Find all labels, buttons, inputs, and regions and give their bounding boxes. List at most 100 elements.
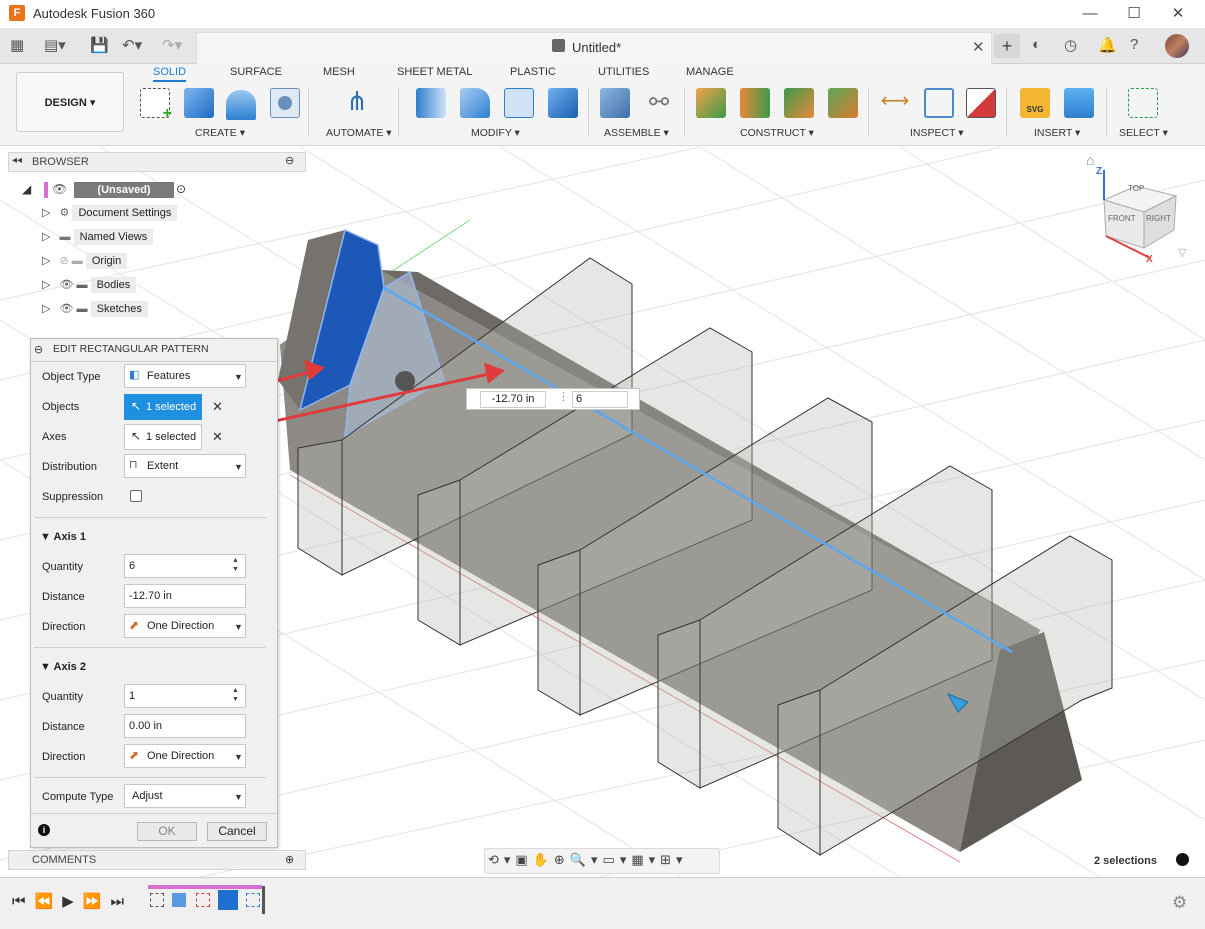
revolve-icon[interactable]: [226, 90, 256, 120]
zoom-icon[interactable]: ⊕: [554, 852, 570, 867]
timeline-marker[interactable]: [262, 886, 265, 914]
joint-icon[interactable]: ⚯: [644, 88, 674, 118]
home-view-icon[interactable]: ⌂: [1086, 152, 1094, 168]
shell-icon[interactable]: [504, 88, 534, 118]
hud-quantity-input[interactable]: 6: [572, 391, 628, 408]
pattern-manipulator-icon[interactable]: [395, 371, 415, 391]
play-icon[interactable]: ▶: [62, 893, 83, 910]
object-type-select[interactable]: Features: [124, 364, 246, 388]
axis2-direction-select[interactable]: One Direction: [124, 744, 246, 768]
interference-icon[interactable]: [924, 88, 954, 118]
timeline-rectangular-pattern[interactable]: [246, 893, 260, 907]
go-to-end-icon[interactable]: ⏭: [110, 893, 133, 910]
tangent-plane-icon[interactable]: [828, 88, 858, 118]
tab-plastic[interactable]: PLASTIC: [510, 66, 556, 78]
pan-hand-icon[interactable]: ✋: [533, 852, 554, 867]
fillet-icon[interactable]: [460, 88, 490, 118]
add-comment-icon[interactable]: ⊕: [285, 853, 294, 866]
apps-grid-icon[interactable]: ▦: [10, 36, 24, 54]
user-avatar[interactable]: [1165, 34, 1189, 58]
ok-button[interactable]: OK: [137, 822, 197, 841]
automate-icon[interactable]: ⋔: [342, 86, 372, 116]
hud-drag-handle-icon[interactable]: ⋮: [558, 390, 569, 403]
job-status-icon[interactable]: ◐: [1032, 36, 1041, 53]
minimize-icon[interactable]: —: [1080, 4, 1100, 24]
notifications-bell-icon[interactable]: 🔔: [1098, 36, 1117, 54]
save-icon[interactable]: 💾: [90, 36, 109, 54]
root-component[interactable]: (Unsaved): [74, 182, 174, 198]
look-at-icon[interactable]: ▣: [515, 852, 532, 867]
workspace-switcher-button[interactable]: DESIGN ▾: [16, 72, 124, 132]
undo-icon[interactable]: ↶▾: [122, 36, 142, 54]
timeline-settings-gear-icon[interactable]: ⚙: [1172, 893, 1187, 913]
step-back-icon[interactable]: ⏪: [35, 893, 63, 910]
tree-item-origin[interactable]: ▷ ⊘ ▬ Origin: [42, 253, 128, 274]
collapse-browser-icon[interactable]: ◂◂: [12, 155, 22, 166]
assemble-group-label[interactable]: ASSEMBLE ▾: [604, 127, 669, 139]
redo-icon[interactable]: ↷▾: [162, 36, 182, 54]
insert-canvas-icon[interactable]: [1064, 88, 1094, 118]
axis1-direction-select[interactable]: One Direction: [124, 614, 246, 638]
suppression-checkbox[interactable]: [130, 490, 142, 502]
create-sketch-icon[interactable]: +: [140, 88, 172, 122]
insert-svg-icon[interactable]: SVG: [1020, 88, 1050, 118]
tab-solid[interactable]: SOLID: [153, 66, 187, 82]
axis1-section-header[interactable]: ▼ Axis 1: [40, 531, 86, 543]
automate-group-label[interactable]: AUTOMATE ▾: [326, 127, 392, 139]
display-settings-icon[interactable]: ▭▾: [603, 852, 632, 867]
offset-plane-icon[interactable]: [696, 88, 726, 118]
viewcube-front-label[interactable]: FRONT: [1108, 214, 1136, 223]
create-group-label[interactable]: CREATE ▾: [195, 127, 245, 139]
tab-manage[interactable]: MANAGE: [686, 66, 734, 78]
axis2-quantity-input[interactable]: 1: [124, 684, 246, 708]
clear-axes-icon[interactable]: ✕: [212, 429, 223, 445]
midplane-icon[interactable]: [740, 88, 770, 118]
step-forward-icon[interactable]: ⏩: [83, 893, 111, 910]
axis2-section-header[interactable]: ▼ Axis 2: [40, 661, 86, 673]
new-component-icon[interactable]: [600, 88, 630, 118]
tab-mesh[interactable]: MESH: [323, 66, 355, 78]
select-group-label[interactable]: SELECT ▾: [1119, 127, 1168, 139]
dialog-collapse-icon[interactable]: ⊖: [34, 343, 43, 356]
tab-utilities[interactable]: UTILITIES: [598, 66, 649, 78]
file-menu-icon[interactable]: ▤▾: [44, 36, 66, 54]
fit-zoom-icon[interactable]: 🔍▾: [570, 852, 603, 867]
new-tab-icon[interactable]: +: [994, 34, 1020, 58]
press-pull-icon[interactable]: [416, 88, 446, 118]
axis2-distance-input[interactable]: 0.00 in: [124, 714, 246, 738]
compute-type-select[interactable]: Adjust: [124, 784, 246, 808]
cancel-button[interactable]: Cancel: [207, 822, 267, 841]
select-icon[interactable]: [1128, 88, 1158, 118]
inspect-group-label[interactable]: INSPECT ▾: [910, 127, 964, 139]
timeline-extrude-feature[interactable]: [172, 893, 186, 907]
hole-icon[interactable]: [270, 88, 300, 118]
tree-item-document-settings[interactable]: ▷ ⚙ Document Settings: [42, 205, 178, 226]
quantity-stepper-icon[interactable]: ▲ ▼: [232, 686, 239, 704]
section-analysis-icon[interactable]: [966, 88, 996, 118]
tree-item-named-views[interactable]: ▷ ▬ Named Views: [42, 229, 154, 250]
clear-objects-icon[interactable]: ✕: [212, 399, 223, 415]
combine-icon[interactable]: [548, 88, 578, 118]
tab-surface[interactable]: SURFACE: [230, 66, 282, 78]
visibility-eye-icon[interactable]: 👁: [52, 182, 67, 196]
tree-item-sketches[interactable]: ▷ 👁 ▬ Sketches: [42, 301, 148, 322]
modify-group-label[interactable]: MODIFY ▾: [471, 127, 520, 139]
timeline-sketch-feature[interactable]: [150, 893, 164, 907]
viewports-icon[interactable]: ⊞▾: [660, 852, 687, 867]
help-icon[interactable]: ?: [1130, 36, 1138, 53]
axis1-distance-input[interactable]: -12.70 in: [124, 584, 246, 608]
viewcube-top-label[interactable]: TOP: [1128, 184, 1144, 193]
grid-settings-icon[interactable]: ▦▾: [631, 852, 660, 867]
maximize-icon[interactable]: ☐: [1124, 4, 1144, 24]
viewcube-menu-icon[interactable]: ▽: [1178, 246, 1186, 259]
measure-icon[interactable]: ⟷: [880, 88, 910, 118]
insert-group-label[interactable]: INSERT ▾: [1034, 127, 1080, 139]
orbit-icon[interactable]: ⟲▾: [488, 852, 515, 867]
quantity-stepper-icon[interactable]: ▲ ▼: [232, 556, 239, 574]
browser-minimize-icon[interactable]: ⊖: [285, 154, 294, 167]
activate-radio-icon[interactable]: ⊙: [176, 182, 186, 196]
viewcube-right-label[interactable]: RIGHT: [1146, 214, 1171, 223]
info-icon[interactable]: i: [38, 824, 50, 836]
plane-at-angle-icon[interactable]: [784, 88, 814, 118]
distribution-select[interactable]: Extent: [124, 454, 246, 478]
